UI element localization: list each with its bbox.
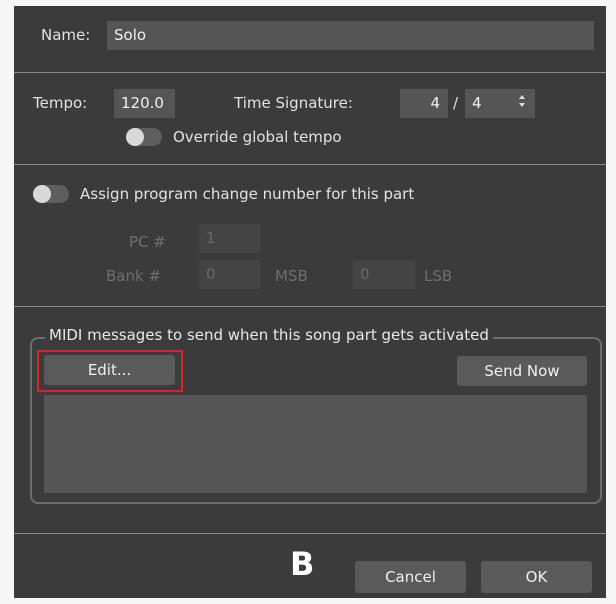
divider: [14, 533, 606, 534]
time-signature-divider: /: [453, 94, 459, 112]
ok-button[interactable]: OK: [481, 561, 592, 593]
program-change-toggle[interactable]: [33, 185, 69, 203]
time-signature-denominator[interactable]: 4: [465, 89, 535, 118]
name-label: Name:: [41, 26, 91, 44]
outer-margin-left: [0, 0, 14, 604]
bank-lsb-field[interactable]: 0: [353, 260, 415, 289]
pc-field[interactable]: 1: [199, 224, 261, 253]
divider: [14, 164, 606, 165]
midi-messages-list[interactable]: [44, 395, 587, 493]
bank-msb-field[interactable]: 0: [199, 260, 261, 289]
bank-label: Bank #: [106, 267, 162, 285]
cancel-button[interactable]: Cancel: [355, 561, 466, 593]
midi-messages-title: MIDI messages to send when this song par…: [45, 326, 493, 344]
override-tempo-label: Override global tempo: [173, 128, 342, 146]
toggle-knob: [33, 185, 51, 203]
annotation-letter: B: [290, 545, 315, 583]
lsb-label: LSB: [424, 267, 453, 285]
outer-margin-right: [606, 0, 616, 604]
tempo-field[interactable]: 120.0: [114, 89, 175, 118]
toggle-knob: [126, 128, 144, 146]
denominator-value: 4: [472, 94, 482, 112]
divider: [14, 306, 606, 307]
time-signature-numerator[interactable]: 4: [400, 89, 448, 118]
outer-margin-bottom: [0, 598, 616, 604]
divider: [14, 72, 606, 73]
tempo-label: Tempo:: [33, 94, 88, 112]
time-signature-label: Time Signature:: [234, 94, 353, 112]
override-tempo-toggle[interactable]: [126, 128, 162, 146]
program-change-label: Assign program change number for this pa…: [80, 185, 415, 203]
edit-button-highlight: [37, 350, 183, 392]
name-field[interactable]: Solo: [107, 21, 594, 50]
up-down-arrows-icon[interactable]: [518, 94, 526, 111]
send-now-button[interactable]: Send Now: [457, 356, 587, 386]
pc-label: PC #: [129, 233, 166, 251]
msb-label: MSB: [275, 267, 308, 285]
